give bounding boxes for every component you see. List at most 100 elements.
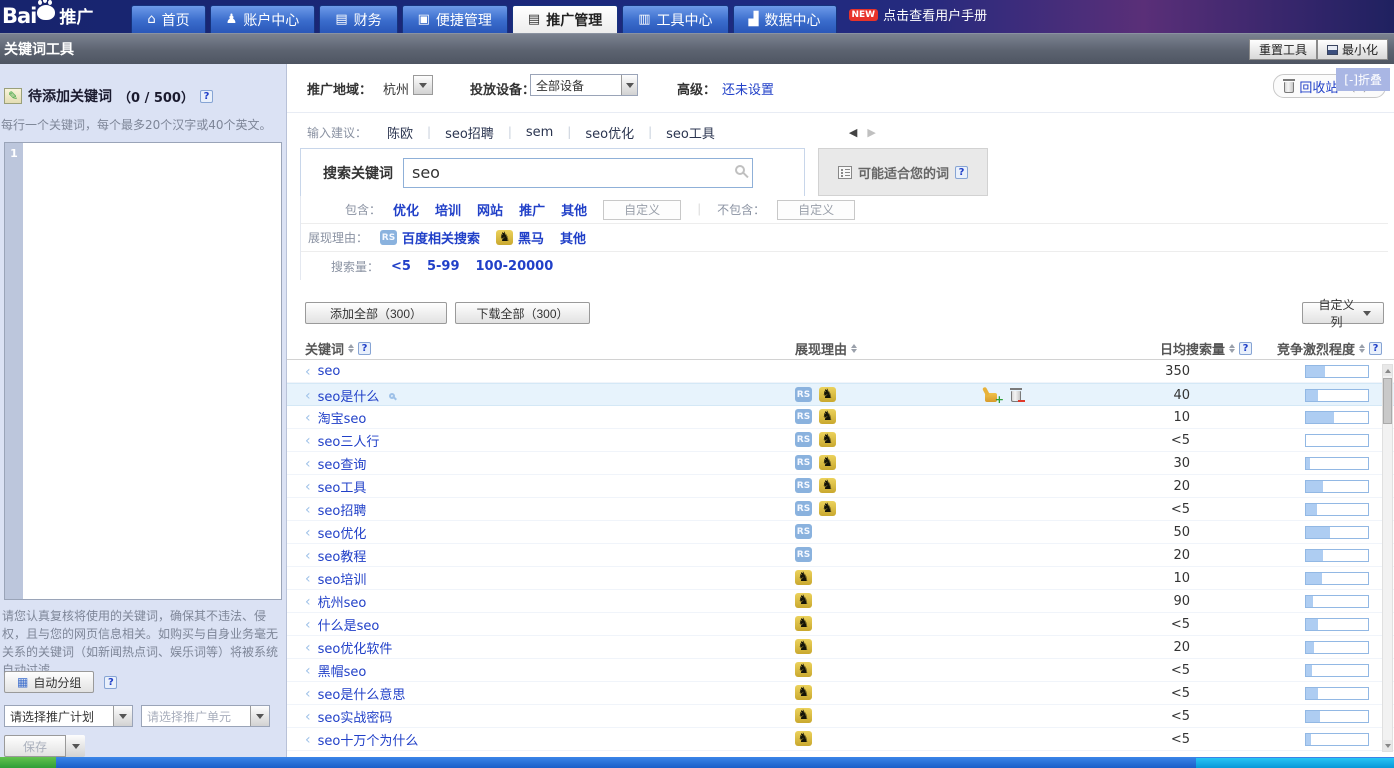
baidu-logo[interactable]: Bai 推广 [0, 0, 103, 33]
taskbar-strip [0, 757, 1394, 768]
search-input[interactable] [403, 158, 753, 188]
minimize-button[interactable]: 最小化 [1317, 39, 1388, 60]
help-icon[interactable]: ? [358, 342, 371, 355]
scroll-down-icon[interactable] [1383, 740, 1392, 751]
daily-search-volume: 350 [287, 364, 1190, 379]
daily-search-volume: 10 [287, 571, 1190, 586]
table-row[interactable]: ‹ seo实战密码 ♞ <5 [287, 705, 1394, 728]
competition-bar [1305, 389, 1369, 402]
table-row[interactable]: ‹ seo培训 ♞ 10 [287, 567, 1394, 590]
table-row[interactable]: ‹ 什么是seo ♞ <5 [287, 613, 1394, 636]
divider: ｜ [693, 201, 705, 218]
auto-group-button[interactable]: ▦ 自动分组 [4, 671, 94, 693]
table-row[interactable]: ‹ seo工具 RS ♞ 20 [287, 475, 1394, 498]
reset-tool-button[interactable]: 重置工具 [1249, 39, 1317, 60]
advanced-label: 高级： [677, 79, 716, 98]
table-row[interactable]: ‹ seo 350 [287, 360, 1394, 383]
scrollbar[interactable] [1382, 364, 1393, 752]
tab-suitable-words[interactable]: 可能适合您的词 ? [818, 148, 988, 196]
table-row[interactable]: ‹ seo招聘 RS ♞ <5 [287, 498, 1394, 521]
promo-icon: ▤ [528, 13, 540, 26]
table-row[interactable]: ‹ seo教程 RS 20 [287, 544, 1394, 567]
exclude-custom-button[interactable]: 自定义 [777, 200, 855, 220]
help-icon[interactable]: ? [955, 166, 968, 179]
table-row[interactable]: ‹ seo是什么 RS ♞ 40 [287, 383, 1394, 406]
help-icon[interactable]: ? [1369, 342, 1382, 355]
new-badge: NEW [849, 9, 879, 21]
next-arrow-icon[interactable]: ▶ [867, 126, 875, 139]
paw-icon [37, 5, 55, 20]
data-icon: ▟ [749, 13, 759, 26]
table-row[interactable]: ‹ seo查询 RS ♞ 30 [287, 452, 1394, 475]
nav-tab-finance[interactable]: ▤ 财务 [319, 5, 397, 33]
nav-tab-tools[interactable]: ▥ 工具中心 [622, 5, 728, 33]
filter-option-link[interactable]: 网站 [477, 200, 503, 219]
chevron-down-icon[interactable] [621, 75, 637, 95]
suggestion-link[interactable]: seo优化 [571, 123, 648, 142]
suggestion-link[interactable]: seo工具 [652, 123, 729, 142]
custom-columns-button[interactable]: 自定义列 [1302, 302, 1384, 324]
save-button[interactable]: 保存 [4, 735, 66, 757]
quick-icon: ▣ [418, 13, 430, 26]
chevron-down-icon[interactable] [250, 706, 269, 726]
filter-other-link[interactable]: 其他 [560, 228, 586, 247]
suggestion-link[interactable]: seo招聘 [431, 123, 508, 142]
filter-option-link[interactable]: 100-20000 [476, 259, 554, 274]
table-row[interactable]: ‹ seo优化软件 ♞ 20 [287, 636, 1394, 659]
help-icon[interactable]: ? [104, 676, 117, 689]
sort-icon[interactable] [1229, 344, 1235, 353]
add-all-button[interactable]: 添加全部（300） [305, 302, 447, 324]
filter-option-link[interactable]: <5 [391, 259, 411, 274]
collapse-toggle[interactable]: [-]折叠 [1336, 68, 1390, 91]
col-volume: 日均搜索量 ? [1097, 339, 1252, 358]
plan-unit-selects: 请选择推广计划 请选择推广单元 [4, 705, 270, 727]
nav-tab-promo[interactable]: ▤ 推广管理 [512, 5, 618, 33]
nav-tab-data[interactable]: ▟ 数据中心 [733, 5, 837, 33]
chevron-down-icon[interactable] [113, 706, 132, 726]
competition-bar-fill [1306, 711, 1320, 722]
table-row[interactable]: ‹ 淘宝seo RS ♞ 10 [287, 406, 1394, 429]
competition-bar [1305, 365, 1369, 378]
filter-option-link[interactable]: 其他 [561, 200, 587, 219]
help-icon[interactable]: ? [200, 90, 213, 103]
suggestion-link[interactable]: 陈欧 [373, 123, 427, 142]
keyword-textarea[interactable] [23, 143, 281, 599]
sort-icon[interactable] [851, 344, 857, 353]
search-icon[interactable] [735, 165, 745, 175]
manual-link[interactable]: 点击查看用户手册 [883, 5, 987, 24]
scroll-up-icon[interactable] [1383, 365, 1392, 376]
advanced-not-set-link[interactable]: 还未设置 [722, 79, 774, 98]
filter-option-link[interactable]: 培训 [435, 200, 461, 219]
minimize-icon [1327, 45, 1338, 55]
table-row[interactable]: ‹ seo优化 RS 50 [287, 521, 1394, 544]
nav-tab-quick[interactable]: ▣ 便捷管理 [402, 5, 508, 33]
nav-tab-home[interactable]: ⌂ 首页 [131, 5, 205, 33]
region-dropdown-icon[interactable] [413, 75, 433, 95]
table-row[interactable]: ‹ 杭州seo ♞ 90 [287, 590, 1394, 613]
prev-arrow-icon[interactable]: ◀ [849, 126, 857, 139]
filter-option-link[interactable]: 推广 [519, 200, 545, 219]
nav-tab-account[interactable]: ♟ 账户中心 [210, 5, 316, 33]
sidebar: ✎ 待添加关键词 （0 / 500） ? 每行一个关键词，每个最多20个汉字或4… [0, 64, 287, 757]
scrollbar-thumb[interactable] [1383, 378, 1392, 424]
plan-select[interactable]: 请选择推广计划 [4, 705, 133, 727]
filter-option-link[interactable]: 5-99 [427, 259, 460, 274]
filter-option-link[interactable]: 优化 [393, 200, 419, 219]
filter-rs-link[interactable]: 百度相关搜索 [402, 228, 480, 247]
filter-horse-link[interactable]: 黑马 [518, 228, 544, 247]
sort-icon[interactable] [1359, 344, 1365, 353]
help-icon[interactable]: ? [1239, 342, 1252, 355]
device-select[interactable]: 全部设备 [530, 74, 638, 96]
suggestion-link[interactable]: sem [512, 125, 567, 140]
save-row: 保存 [4, 735, 85, 757]
table-row[interactable]: ‹ seo是什么意思 ♞ <5 [287, 682, 1394, 705]
device-select-value: 全部设备 [531, 77, 621, 94]
unit-select[interactable]: 请选择推广单元 [141, 705, 270, 727]
sort-icon[interactable] [348, 344, 354, 353]
download-all-button[interactable]: 下载全部（300） [455, 302, 590, 324]
save-dropdown-icon[interactable] [66, 735, 85, 757]
table-row[interactable]: ‹ seo三人行 RS ♞ <5 [287, 429, 1394, 452]
table-row[interactable]: ‹ 黑帽seo ♞ <5 [287, 659, 1394, 682]
table-row[interactable]: ‹ seo十万个为什么 ♞ <5 [287, 728, 1394, 751]
include-custom-button[interactable]: 自定义 [603, 200, 681, 220]
